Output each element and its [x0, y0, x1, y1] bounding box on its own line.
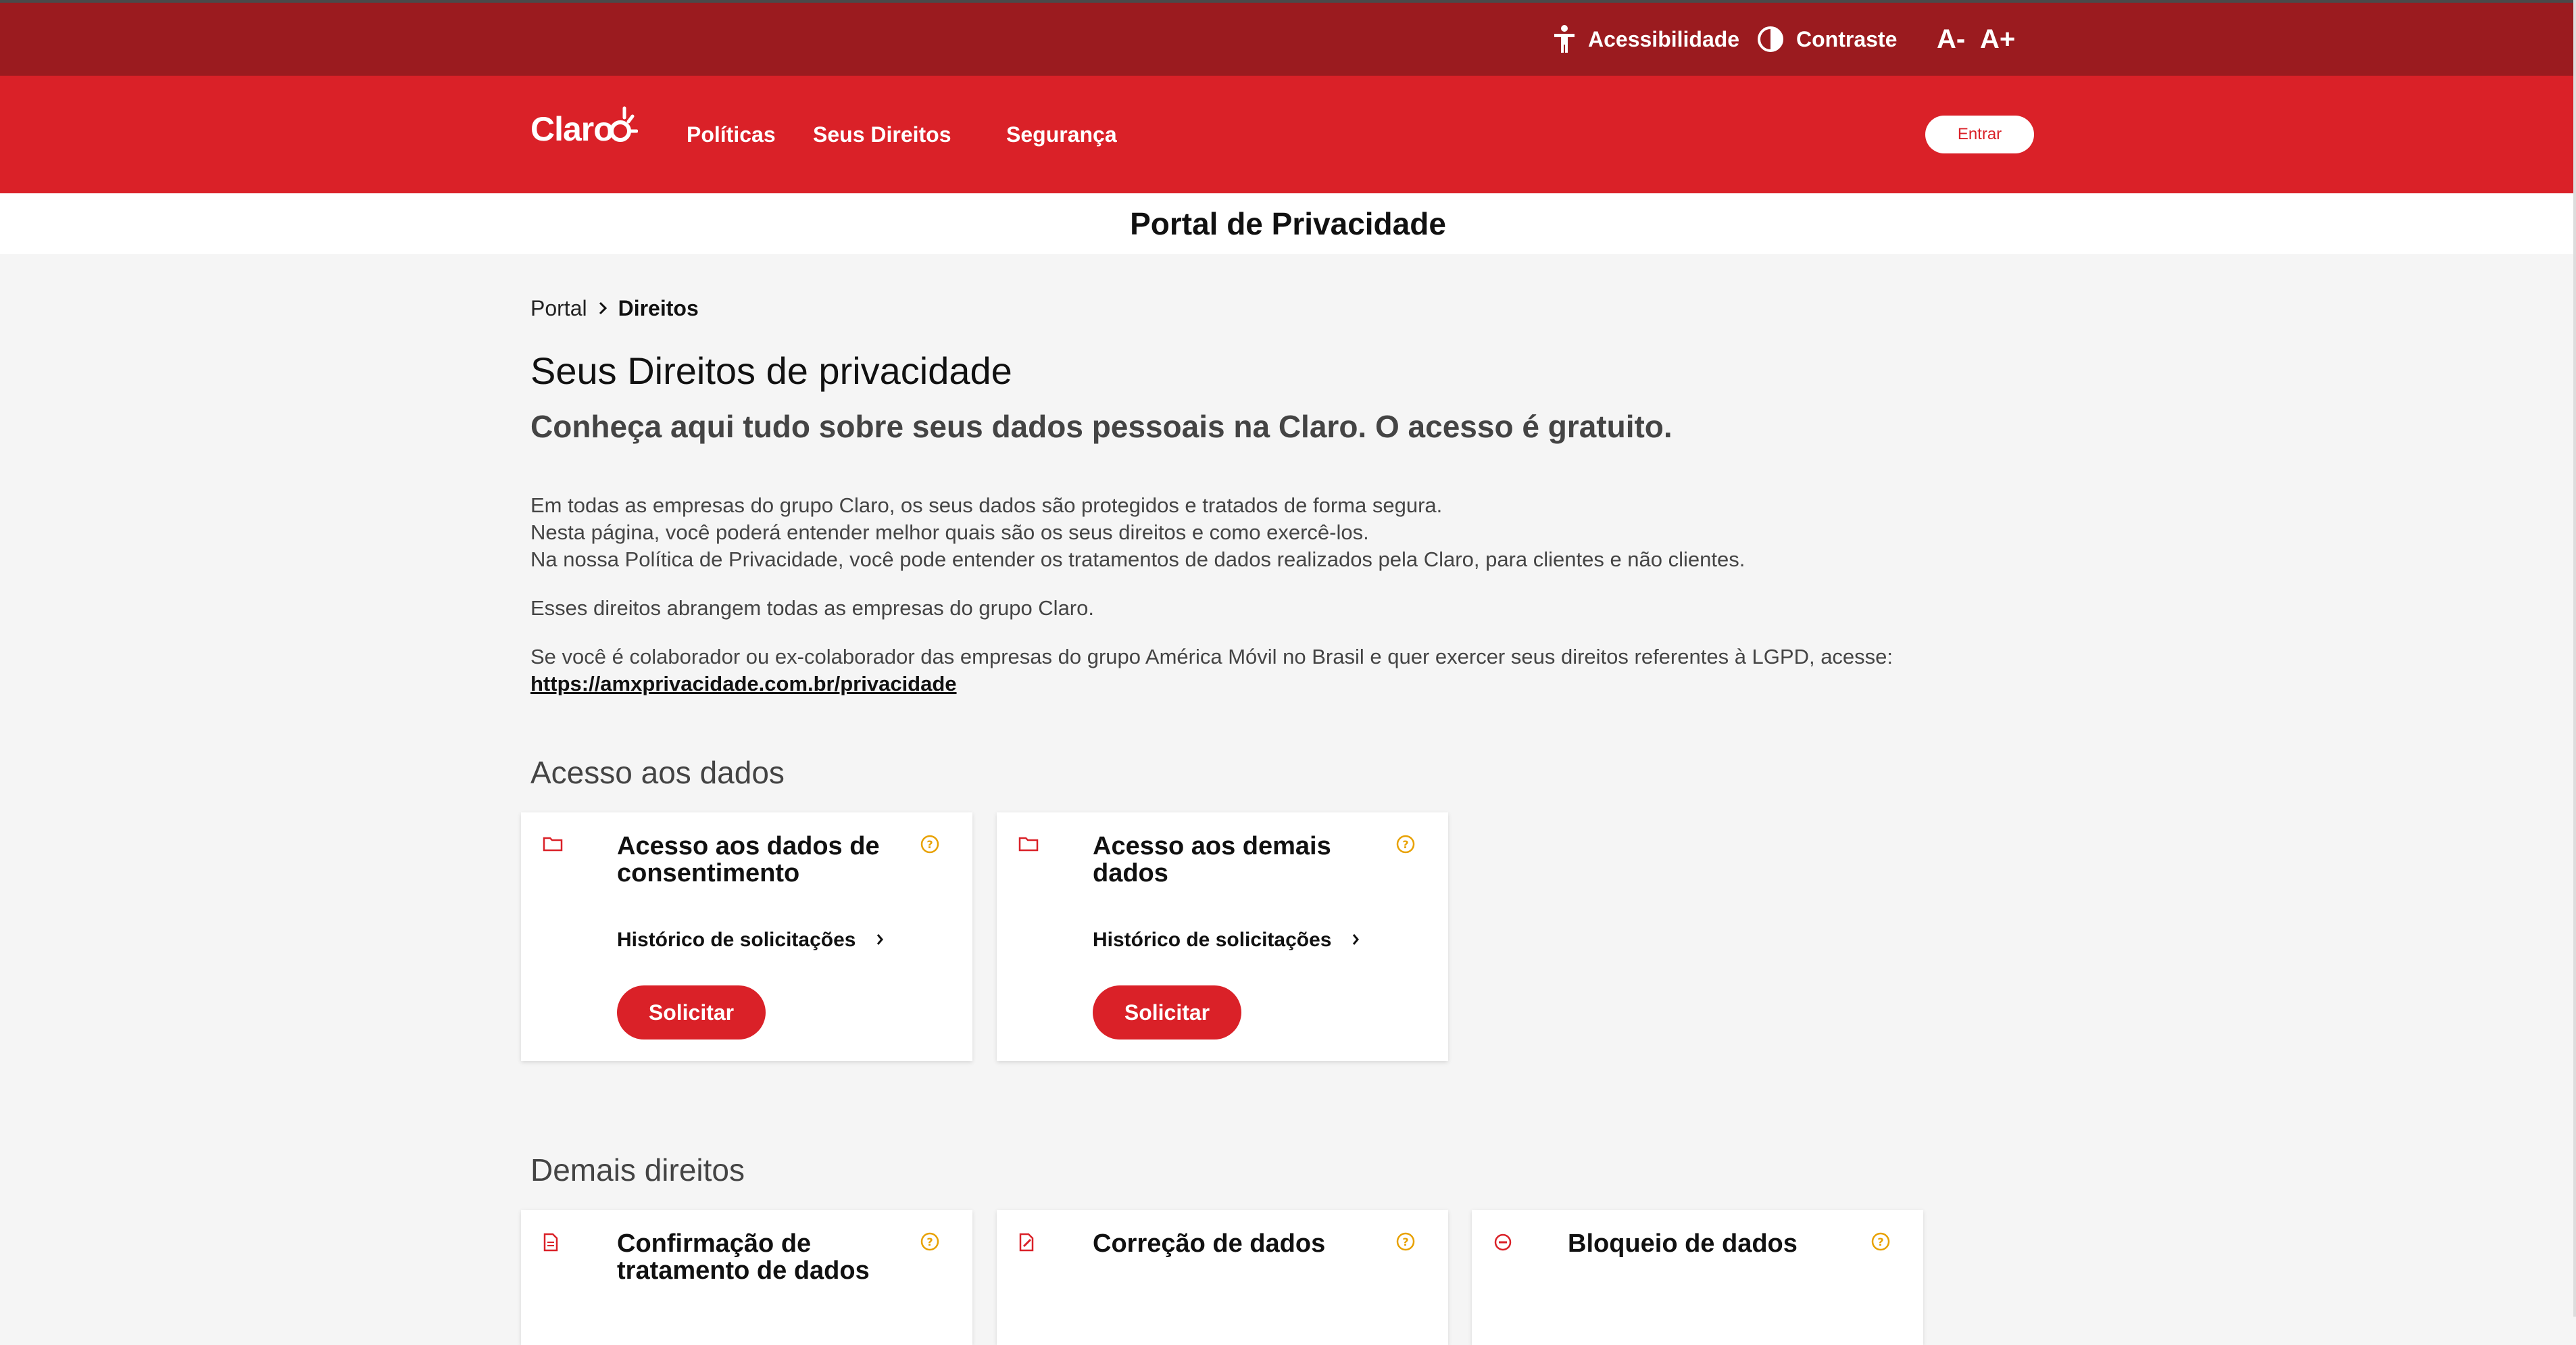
help-icon[interactable]: ?	[1871, 1231, 1891, 1255]
folder-icon	[543, 835, 563, 855]
accessibility-button[interactable]: Acessibilidade	[1553, 3, 1739, 76]
main-heading: Seus Direitos de privacidade	[530, 349, 1012, 392]
card-consent-data: ? Acesso aos dados de consentimento Hist…	[521, 812, 972, 1061]
help-icon[interactable]: ?	[1395, 834, 1416, 858]
nav-politicas[interactable]: Políticas	[687, 76, 776, 193]
intro-line-2: Nesta página, você poderá entender melho…	[530, 520, 1369, 544]
breadcrumb: Portal Direitos	[530, 296, 699, 321]
section-other-title: Demais direitos	[530, 1152, 745, 1188]
contrast-icon	[1757, 26, 1784, 53]
accessibility-icon	[1553, 24, 1576, 54]
claro-logo[interactable]: Claro	[530, 106, 638, 149]
history-link[interactable]: Histórico de solicitações	[1093, 929, 1360, 952]
login-button[interactable]: Entrar	[1925, 116, 2034, 153]
nav-seus-direitos[interactable]: Seus Direitos	[813, 76, 951, 193]
scrollbar-edge[interactable]	[2573, 0, 2576, 1317]
scope-text: Esses direitos abrangem todas as empresa…	[530, 596, 1094, 620]
history-label: Histórico de solicitações	[617, 929, 856, 951]
intro-line-1: Em todas as empresas do grupo Claro, os …	[530, 493, 1443, 517]
card-other-data: ? Acesso aos demais dados Histórico de s…	[997, 812, 1448, 1061]
block-icon	[1493, 1233, 1512, 1255]
collaborator-link[interactable]: https://amxprivacidade.com.br/privacidad…	[530, 672, 957, 696]
breadcrumb-root[interactable]: Portal	[530, 296, 587, 321]
help-icon[interactable]: ?	[920, 834, 940, 858]
svg-text:?: ?	[1402, 838, 1408, 851]
main-nav: Claro Políticas Seus Direitos Segurança …	[0, 76, 2576, 193]
edit-document-icon	[1018, 1233, 1036, 1255]
card-block: ? Bloqueio de dados	[1472, 1210, 1923, 1345]
card-title: Acesso aos demais dados	[1093, 832, 1331, 887]
card-title: Correção de dados	[1093, 1229, 1326, 1258]
svg-text:?: ?	[1402, 1236, 1408, 1248]
section-access-title: Acesso aos dados	[530, 755, 785, 790]
help-icon[interactable]: ?	[1395, 1231, 1416, 1255]
svg-text:?: ?	[926, 838, 933, 851]
card-title: Acesso aos dados de consentimento	[617, 832, 880, 887]
utility-bar: Acessibilidade Contraste A- A+	[0, 0, 2576, 76]
card-title: Confirmação de tratamento de dados	[617, 1229, 870, 1285]
accessibility-label: Acessibilidade	[1588, 26, 1740, 51]
main-subheading: Conheça aqui tudo sobre seus dados pesso…	[530, 409, 1673, 444]
solicitar-button[interactable]: Solicitar	[1093, 985, 1241, 1040]
collaborator-text: Se você é colaborador ou ex-colaborador …	[530, 645, 1893, 668]
contrast-button[interactable]: Contraste	[1757, 3, 1897, 76]
card-title: Bloqueio de dados	[1568, 1229, 1798, 1258]
solicitar-button[interactable]: Solicitar	[617, 985, 766, 1040]
chevron-right-icon	[876, 929, 884, 952]
logo-rays-icon	[609, 106, 638, 142]
history-label: Histórico de solicitações	[1093, 929, 1332, 951]
chevron-right-icon	[598, 296, 608, 321]
help-icon[interactable]: ?	[920, 1231, 940, 1255]
font-increase-button[interactable]: A+	[1980, 3, 2015, 76]
chevron-right-icon	[1352, 929, 1360, 952]
card-confirmation: ? Confirmação de tratamento de dados	[521, 1210, 972, 1345]
history-link[interactable]: Histórico de solicitações	[617, 929, 884, 952]
nav-seguranca[interactable]: Segurança	[1006, 76, 1117, 193]
folder-icon	[1018, 835, 1039, 855]
document-icon	[543, 1233, 559, 1255]
font-decrease-button[interactable]: A-	[1937, 3, 1965, 76]
contrast-label: Contraste	[1796, 26, 1898, 51]
page-title: Portal de Privacidade	[0, 193, 2576, 254]
intro-line-3: Na nossa Política de Privacidade, você p…	[530, 547, 1745, 571]
svg-text:?: ?	[1877, 1236, 1883, 1248]
card-correction: ? Correção de dados	[997, 1210, 1448, 1345]
svg-text:?: ?	[926, 1236, 933, 1248]
logo-text: Claro	[530, 110, 614, 148]
breadcrumb-current: Direitos	[618, 296, 699, 320]
